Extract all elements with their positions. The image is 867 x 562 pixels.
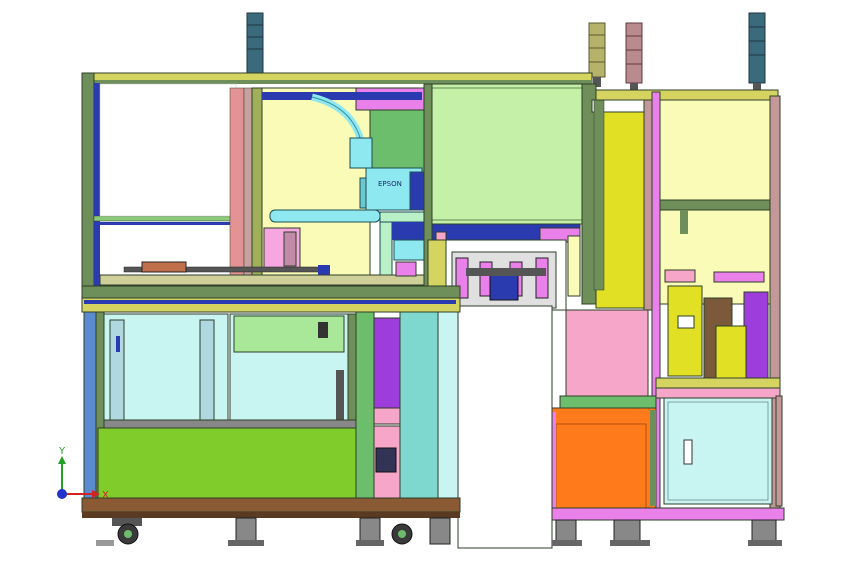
white-enclosure bbox=[457, 305, 553, 549]
signal-tower-right bbox=[748, 12, 766, 91]
equipment-cad-drawing: EPSON Y X bbox=[57, 12, 785, 549]
left-lower-bay bbox=[97, 313, 361, 499]
axis-y-label: Y bbox=[58, 446, 66, 457]
robot-logo-text: EPSON bbox=[378, 180, 402, 188]
center-right-cabinet bbox=[551, 309, 657, 513]
upper-left-bay bbox=[99, 83, 261, 289]
right-lower-cabinet bbox=[663, 395, 783, 507]
axis-x-label: X bbox=[102, 490, 109, 501]
casters bbox=[96, 517, 782, 546]
left-center-columns bbox=[355, 311, 459, 503]
signal-tower-mid-pink bbox=[625, 22, 643, 93]
signal-tower-left bbox=[246, 12, 264, 79]
